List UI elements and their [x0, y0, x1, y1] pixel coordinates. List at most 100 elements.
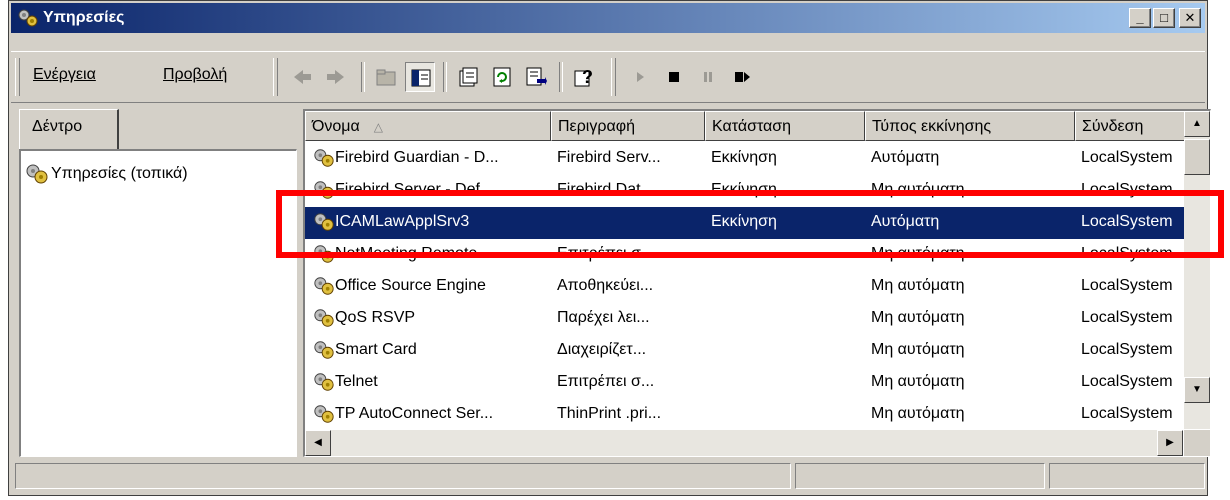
cell-startup: Αυτόματη — [871, 149, 940, 166]
status-pane-main — [15, 463, 791, 489]
help-icon: ? — [574, 67, 593, 87]
table-row[interactable]: TP AutoConnect Ser... ThinPrint .pri... Μη… — [305, 399, 1185, 429]
up-level-button[interactable] — [371, 62, 401, 92]
start-service-button[interactable] — [625, 62, 655, 92]
cell-description: Firebird Serv... — [557, 149, 661, 166]
scroll-left-button[interactable]: ◀ — [305, 430, 331, 456]
help-button[interactable]: ? — [569, 62, 599, 92]
close-button[interactable]: ✕ — [1179, 8, 1201, 28]
cell-name: ICAMLawApplSrv3 — [335, 213, 470, 230]
cell-startup: Μη αυτόματη — [871, 341, 965, 358]
show-hide-tree-button[interactable] — [405, 62, 435, 92]
title-bar[interactable]: Υπηρεσίες _ □ ✕ — [11, 3, 1205, 33]
status-bar — [11, 461, 1205, 491]
start-service-icon — [637, 72, 644, 82]
toolbar-grip[interactable] — [273, 58, 278, 96]
export-list-button[interactable] — [521, 62, 551, 92]
back-arrow-icon — [294, 70, 311, 84]
service-gear-icon — [314, 405, 334, 423]
stop-service-button[interactable] — [659, 62, 689, 92]
scroll-right-button[interactable]: ▶ — [1157, 430, 1183, 456]
toolbar: Ενέργεια Προβολή ? — [11, 51, 1205, 103]
cell-status: Εκκίνηση — [711, 149, 777, 166]
cell-logon: LocalSystem — [1081, 181, 1173, 198]
scroll-thumb[interactable] — [1184, 139, 1210, 175]
services-list[interactable]: Όνομα △ Περιγραφή Κατάσταση Τύπος εκκίνησ… — [303, 109, 1211, 457]
service-gear-icon — [314, 341, 334, 359]
tab-tree[interactable]: Δέντρο — [19, 109, 119, 149]
export-list-icon — [526, 67, 547, 86]
menu-view[interactable]: Προβολή — [163, 66, 227, 84]
table-row[interactable]: ICAMLawApplSrv3 Εκκίνηση Αυτόματη LocalSyst… — [305, 207, 1185, 239]
scroll-up-button[interactable]: ▲ — [1184, 111, 1210, 137]
services-gear-icon — [26, 164, 48, 184]
status-pane-3 — [1049, 463, 1205, 489]
table-row[interactable]: Telnet Επιτρέπει σ... Μη αυτόματη LocalSyst… — [305, 367, 1185, 399]
scroll-down-icon: ▼ — [1192, 384, 1202, 395]
scrollbar-corner — [1184, 430, 1210, 456]
cell-name: NetMeeting Remote ... — [335, 245, 496, 262]
scroll-up-icon: ▲ — [1192, 118, 1202, 129]
cell-description: Επιτρέπει σ... — [557, 373, 655, 390]
minimize-button[interactable]: _ — [1129, 8, 1151, 28]
cell-description: Παρέχει λει... — [557, 309, 650, 326]
cell-logon: LocalSystem — [1081, 245, 1173, 262]
cell-startup: Μη αυτόματη — [871, 405, 965, 422]
service-gear-icon — [314, 373, 334, 391]
toolbar-separator — [443, 62, 447, 92]
toolbar-grip[interactable] — [611, 58, 616, 96]
pause-service-button[interactable] — [693, 62, 723, 92]
show-hide-tree-icon — [411, 69, 431, 87]
column-header-name[interactable]: Όνομα △ — [305, 111, 551, 141]
table-row[interactable]: Office Source Engine Αποθηκεύει... Μη αυτό… — [305, 271, 1185, 303]
status-pane-2 — [795, 463, 1045, 489]
window-title: Υπηρεσίες — [43, 9, 125, 26]
maximize-icon: □ — [1160, 10, 1168, 25]
restart-service-button[interactable] — [727, 62, 757, 92]
column-header-status[interactable]: Κατάσταση — [705, 111, 865, 141]
tree-view[interactable]: Υπηρεσίες (τοπικά) — [19, 149, 297, 457]
service-gear-icon — [314, 181, 334, 199]
cell-name: Telnet — [335, 373, 378, 390]
cell-logon: LocalSystem — [1081, 213, 1173, 230]
cell-name: QoS RSVP — [335, 309, 416, 326]
properties-button[interactable] — [453, 62, 483, 92]
column-header-logon[interactable]: Σύνδεση — [1075, 111, 1185, 141]
cell-name: TP AutoConnect Ser... — [335, 405, 494, 422]
menu-action[interactable]: Ενέργεια — [33, 66, 96, 84]
table-row[interactable]: Firebird Guardian - D... Firebird Serv...… — [305, 143, 1185, 175]
cell-startup: Μη αυτόματη — [871, 277, 965, 294]
up-folder-icon — [376, 69, 396, 86]
cell-logon: LocalSystem — [1081, 277, 1173, 294]
cell-description: Αποθηκεύει... — [557, 277, 654, 294]
forward-button[interactable] — [321, 62, 351, 92]
cell-logon: LocalSystem — [1081, 405, 1173, 422]
column-header-startup-type[interactable]: Τύπος εκκίνησης — [865, 111, 1075, 141]
service-gear-icon — [314, 149, 334, 167]
cell-description: Διαχειρίζετ... — [557, 341, 647, 358]
maximize-button[interactable]: □ — [1153, 8, 1175, 28]
vertical-scrollbar[interactable]: ▲ ▼ — [1184, 111, 1210, 429]
cell-startup: Μη αυτόματη — [871, 245, 965, 262]
table-row[interactable]: Firebird Server - Def... Firebird Dat... Ε… — [305, 175, 1185, 207]
menu-grip[interactable] — [15, 58, 20, 96]
toolbar-separator — [559, 62, 563, 92]
refresh-button[interactable] — [487, 62, 517, 92]
service-gear-icon — [314, 213, 334, 231]
cell-name: Office Source Engine — [335, 277, 486, 294]
cell-logon: LocalSystem — [1081, 373, 1173, 390]
table-row[interactable]: QoS RSVP Παρέχει λει... Μη αυτόματη LocalSy… — [305, 303, 1185, 335]
cell-description: ThinPrint .pri... — [557, 405, 662, 422]
minimize-icon: _ — [1136, 10, 1144, 25]
cell-startup: Αυτόματη — [871, 213, 940, 230]
table-row[interactable]: NetMeeting Remote ... Επιτρέπει σ... Μη αυ… — [305, 239, 1185, 271]
column-header-description[interactable]: Περιγραφή — [551, 111, 705, 141]
tree-item-label: Υπηρεσίες (τοπικά) — [51, 165, 188, 182]
restart-service-icon — [735, 72, 750, 82]
scroll-down-button[interactable]: ▼ — [1184, 377, 1210, 403]
back-button[interactable] — [287, 62, 317, 92]
close-icon: ✕ — [1184, 10, 1196, 25]
cell-logon: LocalSystem — [1081, 149, 1173, 166]
horizontal-scrollbar[interactable]: ◀ ▶ — [305, 430, 1183, 456]
table-row[interactable]: Smart Card Διαχειρίζετ... Μη αυτόματη Local… — [305, 335, 1185, 367]
